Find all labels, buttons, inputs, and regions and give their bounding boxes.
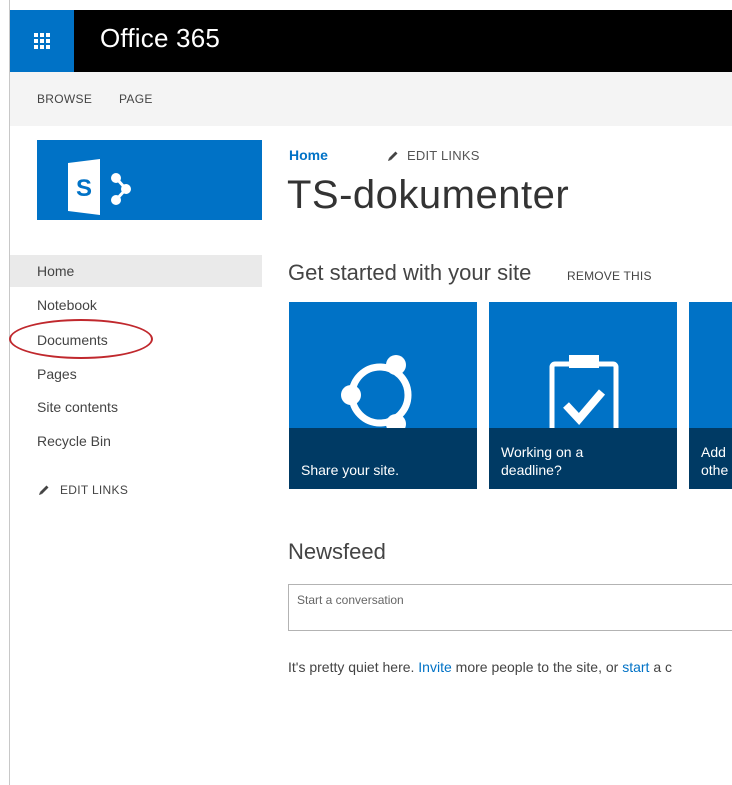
waffle-icon — [34, 33, 50, 49]
edit-links-label: EDIT LINKS — [60, 483, 129, 497]
quick-launch-site-contents[interactable]: Site contents — [37, 399, 118, 415]
page-title: TS-dokumenter — [287, 173, 570, 217]
quick-launch-home[interactable]: Home — [37, 263, 74, 279]
svg-text:S: S — [76, 175, 92, 202]
quick-launch-notebook[interactable]: Notebook — [37, 297, 97, 313]
tab-browse[interactable]: BROWSE — [37, 92, 92, 106]
pencil-icon — [39, 485, 49, 495]
site-logo[interactable]: S — [37, 140, 262, 220]
quick-launch-recycle-bin[interactable]: Recycle Bin — [37, 433, 111, 449]
ribbon: BROWSE PAGE — [10, 72, 732, 126]
start-conversation-input[interactable] — [297, 593, 717, 607]
remove-this-link[interactable]: REMOVE THIS — [567, 269, 652, 283]
tile-caption: Working on a deadline? — [489, 428, 677, 489]
breadcrumb-home-link[interactable]: Home — [289, 147, 328, 163]
newsfeed-heading: Newsfeed — [288, 539, 386, 564]
start-link[interactable]: start — [622, 659, 649, 675]
edit-links-label: EDIT LINKS — [407, 148, 480, 163]
tab-page[interactable]: PAGE — [119, 92, 153, 106]
quick-launch-documents[interactable]: Documents — [37, 332, 108, 348]
pencil-icon — [388, 151, 398, 161]
get-started-heading: Get started with your site — [288, 260, 532, 285]
invite-link[interactable]: Invite — [418, 659, 451, 675]
quick-launch-pages[interactable]: Pages — [37, 366, 77, 382]
tile-working-deadline[interactable]: Working on a deadline? — [489, 302, 677, 489]
tile-caption-text: Share your site. — [301, 462, 400, 478]
tile-caption: Share your site. — [289, 428, 477, 489]
tile-add-lists[interactable]: Add othe — [689, 302, 732, 489]
sharepoint-logo-icon: S — [68, 159, 131, 215]
tile-caption-text: Add othe — [701, 444, 729, 478]
app-launcher-button[interactable] — [10, 10, 74, 72]
newsfeed-empty-message: It's pretty quiet here. Invite more peop… — [288, 659, 673, 675]
suite-bar: Office 365 — [10, 10, 732, 72]
office-365-brand[interactable]: Office 365 — [100, 23, 220, 54]
tile-share-site[interactable]: Share your site. — [289, 302, 477, 489]
tile-caption-text: Working on a deadline? — [501, 444, 584, 478]
tile-caption: Add othe — [689, 428, 732, 489]
conversation-box[interactable] — [288, 584, 732, 631]
top-nav-edit-links[interactable]: EDIT LINKS — [386, 148, 480, 163]
quick-launch-edit-links[interactable]: EDIT LINKS — [37, 483, 128, 497]
